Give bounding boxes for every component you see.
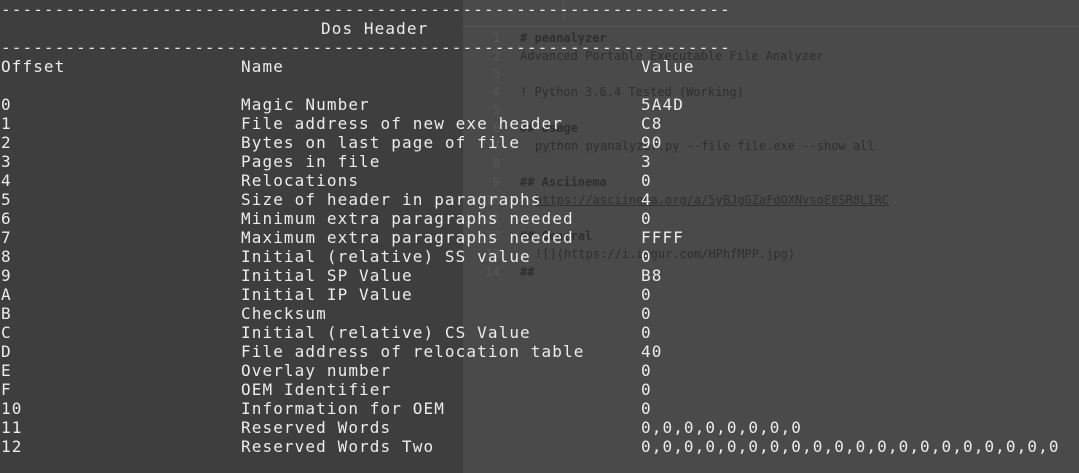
section-title: Dos Header <box>321 19 429 38</box>
row-name: OEM Identifier <box>241 380 392 399</box>
row-name: Initial (relative) SS value <box>241 247 531 266</box>
row-offset: 12 <box>1 437 23 456</box>
terminal-output: ----------------------------------------… <box>0 0 1079 473</box>
row-offset: C <box>1 323 12 342</box>
row-name: Reserved Words Two <box>241 437 435 456</box>
row-value: 40 <box>641 342 663 361</box>
row-value: 0 <box>641 171 652 190</box>
column-header-name: Name <box>241 57 284 76</box>
table-row: 11 Reserved Words 0,0,0,0,0,0,0,0 <box>0 418 1079 437</box>
row-name: Magic Number <box>241 95 370 114</box>
row-value: 0 <box>641 323 652 342</box>
table-row: 12 Reserved Words Two 0,0,0,0,0,0,0,0,0,0,… <box>0 437 1079 456</box>
row-offset: E <box>1 361 12 380</box>
row-name: Bytes on last page of file <box>241 133 521 152</box>
row-name: Reserved Words <box>241 418 392 437</box>
table-row: 8 Initial (relative) SS value 0 <box>0 247 1079 266</box>
table-row: F OEM Identifier 0 <box>0 380 1079 399</box>
table-row: C Initial (relative) CS Value 0 <box>0 323 1079 342</box>
table-row: E Overlay number 0 <box>0 361 1079 380</box>
row-name: File address of new exe header <box>241 114 563 133</box>
row-name: Maximum extra paragraphs needed <box>241 228 574 247</box>
row-value: 0 <box>641 304 652 323</box>
row-value: 0,0,0,0,0,0,0,0,0,0,0,0,0,0,0,0,0,0,0,0 <box>641 437 1060 456</box>
column-header-offset: Offset <box>1 57 66 76</box>
row-value: 0 <box>641 361 652 380</box>
table-row: B Checksum 0 <box>0 304 1079 323</box>
row-offset: B <box>1 304 12 323</box>
table-row: 10 Information for OEM 0 <box>0 399 1079 418</box>
row-value: 3 <box>641 152 652 171</box>
row-offset: 10 <box>1 399 23 418</box>
table-row: A Initial IP Value 0 <box>0 285 1079 304</box>
row-offset: 3 <box>1 152 12 171</box>
row-offset: 8 <box>1 247 12 266</box>
column-headers: Offset Name Value <box>0 57 1079 76</box>
row-offset: 6 <box>1 209 12 228</box>
row-offset: A <box>1 285 12 304</box>
row-value: 90 <box>641 133 663 152</box>
row-offset: 5 <box>1 190 12 209</box>
row-value: 5A4D <box>641 95 684 114</box>
row-offset: D <box>1 342 12 361</box>
table-row: 3 Pages in file 3 <box>0 152 1079 171</box>
table-row: 1 File address of new exe header C8 <box>0 114 1079 133</box>
table-row: D File address of relocation table 40 <box>0 342 1079 361</box>
row-offset: F <box>1 380 12 399</box>
row-value: 0,0,0,0,0,0,0,0 <box>641 418 802 437</box>
row-name: Pages in file <box>241 152 381 171</box>
row-offset: 9 <box>1 266 12 285</box>
row-value: B8 <box>641 266 663 285</box>
row-value: 0 <box>641 285 652 304</box>
row-name: Overlay number <box>241 361 392 380</box>
row-offset: 11 <box>1 418 23 437</box>
row-name: Size of header in paragraphs <box>241 190 542 209</box>
row-name: Initial IP Value <box>241 285 413 304</box>
row-value: 4 <box>641 190 652 209</box>
row-value: C8 <box>641 114 663 133</box>
table-row: 5 Size of header in paragraphs 4 <box>0 190 1079 209</box>
table-row: 2 Bytes on last page of file 90 <box>0 133 1079 152</box>
row-name: Checksum <box>241 304 327 323</box>
row-offset: 4 <box>1 171 12 190</box>
row-offset: 2 <box>1 133 12 152</box>
row-value: 0 <box>641 399 652 418</box>
table-row: 0 Magic Number 5A4D <box>0 95 1079 114</box>
row-name: File address of relocation table <box>241 342 585 361</box>
row-name: Minimum extra paragraphs needed <box>241 209 574 228</box>
table-row: 9 Initial SP Value B8 <box>0 266 1079 285</box>
row-name: Initial (relative) CS Value <box>241 323 531 342</box>
row-name: Initial SP Value <box>241 266 413 285</box>
column-header-value: Value <box>641 57 695 76</box>
row-value: 0 <box>641 380 652 399</box>
row-offset: 0 <box>1 95 12 114</box>
row-value: FFFF <box>641 228 684 247</box>
row-value: 0 <box>641 247 652 266</box>
row-name: Information for OEM <box>241 399 445 418</box>
rule-top: ----------------------------------------… <box>1 2 729 18</box>
table-row: 4 Relocations 0 <box>0 171 1079 190</box>
row-offset: 1 <box>1 114 12 133</box>
table-row: 7 Maximum extra paragraphs needed FFFF <box>0 228 1079 247</box>
row-offset: 7 <box>1 228 12 247</box>
row-value: 0 <box>641 209 652 228</box>
row-name: Relocations <box>241 171 360 190</box>
table-row: 6 Minimum extra paragraphs needed 0 <box>0 209 1079 228</box>
rule-mid: ----------------------------------------… <box>1 40 729 56</box>
